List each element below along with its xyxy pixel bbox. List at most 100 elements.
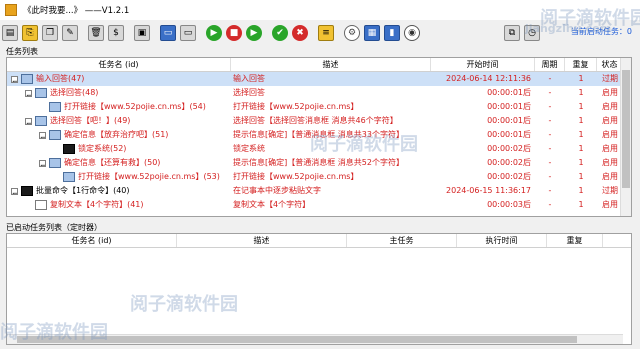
book-icon[interactable]: ▮ xyxy=(384,25,400,41)
expand-toggle-icon[interactable]: ⊟ xyxy=(11,187,18,195)
task-row[interactable]: ⊟输入回答(47)输入回答2024-06-14 12:11:36-1过期 xyxy=(7,72,631,86)
expand-toggle-icon[interactable]: ⊟ xyxy=(39,159,46,167)
task-period: - xyxy=(548,102,552,111)
started-list-header: 任务名 (id) 描述 主任务 执行时间 重复 xyxy=(7,234,631,248)
expand-toggle-icon[interactable]: ⊟ xyxy=(39,131,46,139)
task-name-cell: ⊟ 批量命令【1行命令】(40) xyxy=(7,184,231,198)
window-mode-icon[interactable]: ▭ xyxy=(160,25,176,41)
expand-toggle-icon[interactable]: ⊟ xyxy=(25,89,32,97)
col-started-repeat[interactable]: 重复 xyxy=(547,234,603,247)
task-row[interactable]: ⊟选择回答(48)选择回答00:00:01后-1启用 xyxy=(7,86,631,100)
window-icon xyxy=(49,158,61,168)
task-repeat: 1 xyxy=(578,186,584,195)
enable-icon[interactable]: ✔ xyxy=(272,25,288,41)
col-started-desc[interactable]: 描述 xyxy=(177,234,347,247)
task-desc: 复制文本【4个字符】 xyxy=(233,200,311,209)
task-row[interactable]: ⊟ 确定信息【还算有救】(50) 提示信息[确定]【普通消息框 消息共52个字符】 0… xyxy=(7,156,631,170)
monitor-icon xyxy=(63,144,75,154)
task-desc: 锁定系统 xyxy=(233,144,265,153)
task-period: - xyxy=(548,74,552,83)
task-name: 锁定系统(52) xyxy=(78,144,127,153)
col-name[interactable]: 任务名 (id) xyxy=(7,58,231,71)
task-desc: 选择回答【选择回答消息框 消息共46个字符】 xyxy=(233,116,398,125)
task-repeat: 1 xyxy=(578,172,584,181)
task-repeat: 1 xyxy=(578,102,584,111)
col-started-exec[interactable]: 执行时间 xyxy=(457,234,547,247)
title-bar: 《此时我要...》 ——V1.2.1 xyxy=(0,0,640,20)
started-list-hscrollbar[interactable] xyxy=(7,334,623,344)
disable-icon[interactable]: ✖ xyxy=(292,25,308,41)
notes-icon[interactable]: ≡ xyxy=(318,25,334,41)
task-name-cell: 打开链接【www.52pojie.cn.ms】(53) xyxy=(7,170,231,184)
task-start-time: 00:00:02后 xyxy=(487,158,531,167)
expand-toggle-icon[interactable]: ⊟ xyxy=(25,117,32,125)
task-row[interactable]: 打开链接【www.52pojie.cn.ms】(54) 打开链接【www.52po… xyxy=(7,100,631,114)
task-start-time: 00:00:02后 xyxy=(487,144,531,153)
col-desc[interactable]: 描述 xyxy=(231,58,431,71)
task-repeat: 1 xyxy=(578,74,584,83)
task-tree: ⊟输入回答(47)输入回答2024-06-14 12:11:36-1过期⊟选择回… xyxy=(7,72,631,212)
run-once-icon[interactable]: ▶ xyxy=(246,25,262,41)
col-time[interactable]: 开始时间 xyxy=(431,58,535,71)
timer-icon[interactable]: ◷ xyxy=(524,25,540,41)
expand-toggle-icon[interactable]: ⊟ xyxy=(11,75,18,83)
delete-task-icon[interactable]: 🗑 xyxy=(88,25,104,41)
col-started-name[interactable]: 任务名 (id) xyxy=(7,234,177,247)
task-desc: 选择回答 xyxy=(233,88,265,97)
task-name: 复制文本【4个字符】(41) xyxy=(50,200,144,209)
window-icon xyxy=(63,172,75,182)
start-icon[interactable]: ▶ xyxy=(206,25,222,41)
task-list-vscrollbar[interactable] xyxy=(620,58,631,216)
screen-icon[interactable]: ▦ xyxy=(364,25,380,41)
task-period: - xyxy=(548,144,552,153)
task-row[interactable]: 锁定系统(52) 锁定系统 00:00:02后 -1 启用 xyxy=(7,142,631,156)
task-name-cell: ⊟ 选择回答(48) xyxy=(7,86,231,100)
new-task-icon[interactable]: ▤ xyxy=(2,25,18,41)
task-row[interactable]: ⊟ 批量命令【1行命令】(40) 在记事本中逐步粘贴文字 2024-06-15 11:… xyxy=(7,184,631,198)
task-repeat: 1 xyxy=(578,158,584,167)
window-icon xyxy=(49,102,61,112)
app-logo-icon xyxy=(5,4,17,16)
task-start-time: 2024-06-15 11:36:17 xyxy=(446,186,531,195)
task-row[interactable]: ⊟ 确定信息【放弃治疗吧】(51) 提示信息[确定]【普通消息框 消息共33个字符】… xyxy=(7,128,631,142)
panel-mode-icon[interactable]: ▭ xyxy=(180,25,196,41)
task-repeat: 1 xyxy=(578,116,584,125)
task-name: 批量命令【1行命令】(40) xyxy=(36,186,130,195)
started-list-panel[interactable]: 任务名 (id) 描述 主任务 执行时间 重复 xyxy=(6,233,632,345)
task-row[interactable]: ⊟ 选择回答【吧！】(49) 选择回答【选择回答消息框 消息共46个字符】 00:00… xyxy=(7,114,631,128)
task-name: 选择回答【吧！】(49) xyxy=(50,116,131,125)
save-icon[interactable]: ▣ xyxy=(134,25,150,41)
settings-gear-icon[interactable]: ⚙ xyxy=(344,25,360,41)
started-list-section-title: 已启动任务列表（定时器） xyxy=(6,223,102,232)
task-start-time: 00:00:02后 xyxy=(487,172,531,181)
paste-task-icon[interactable]: ⎘ xyxy=(22,25,38,41)
task-period: - xyxy=(548,130,552,139)
col-repeat[interactable]: 重复 xyxy=(565,58,597,71)
task-name-cell: ⊟ 输入回答(47) xyxy=(7,72,231,86)
task-row[interactable]: 打开链接【www.52pojie.cn.ms】(53) 打开链接【www.52po… xyxy=(7,170,631,184)
document-icon xyxy=(35,200,47,210)
window-icon xyxy=(35,88,47,98)
task-start-time: 2024-06-14 12:11:36 xyxy=(446,74,531,83)
task-start-time: 00:00:01后 xyxy=(487,102,531,111)
window-icon xyxy=(21,74,33,84)
task-start-time: 00:00:03后 xyxy=(487,200,531,209)
task-row[interactable]: 复制文本【4个字符】(41) 复制文本【4个字符】 00:00:03后 -1 启用 xyxy=(7,198,631,212)
currency-icon[interactable]: $ xyxy=(108,25,124,41)
task-name: 确定信息【放弃治疗吧】(51) xyxy=(64,130,169,139)
stop-icon[interactable]: ■ xyxy=(226,25,242,41)
task-repeat: 1 xyxy=(578,130,584,139)
edit-task-icon[interactable]: ✎ xyxy=(62,25,78,41)
task-list-panel[interactable]: 任务名 (id) 描述 开始时间 周期 重复 状态 ⊟ 输入回答(47) 输入回答 2… xyxy=(6,57,632,217)
col-started-main[interactable]: 主任务 xyxy=(347,234,457,247)
window-icon xyxy=(35,116,47,126)
lock-window-icon[interactable]: ⧉ xyxy=(504,25,520,41)
active-task-status: 当前启动任务：0 xyxy=(570,27,632,36)
copy-task-icon[interactable]: ❐ xyxy=(42,25,58,41)
task-repeat: 1 xyxy=(578,200,584,209)
monitor-icon xyxy=(21,186,33,196)
col-period[interactable]: 周期 xyxy=(535,58,565,71)
view-eye-icon[interactable]: ◉ xyxy=(404,25,420,41)
task-desc: 输入回答 xyxy=(233,74,265,83)
window-title: 《此时我要...》 ——V1.2.1 xyxy=(23,6,130,16)
